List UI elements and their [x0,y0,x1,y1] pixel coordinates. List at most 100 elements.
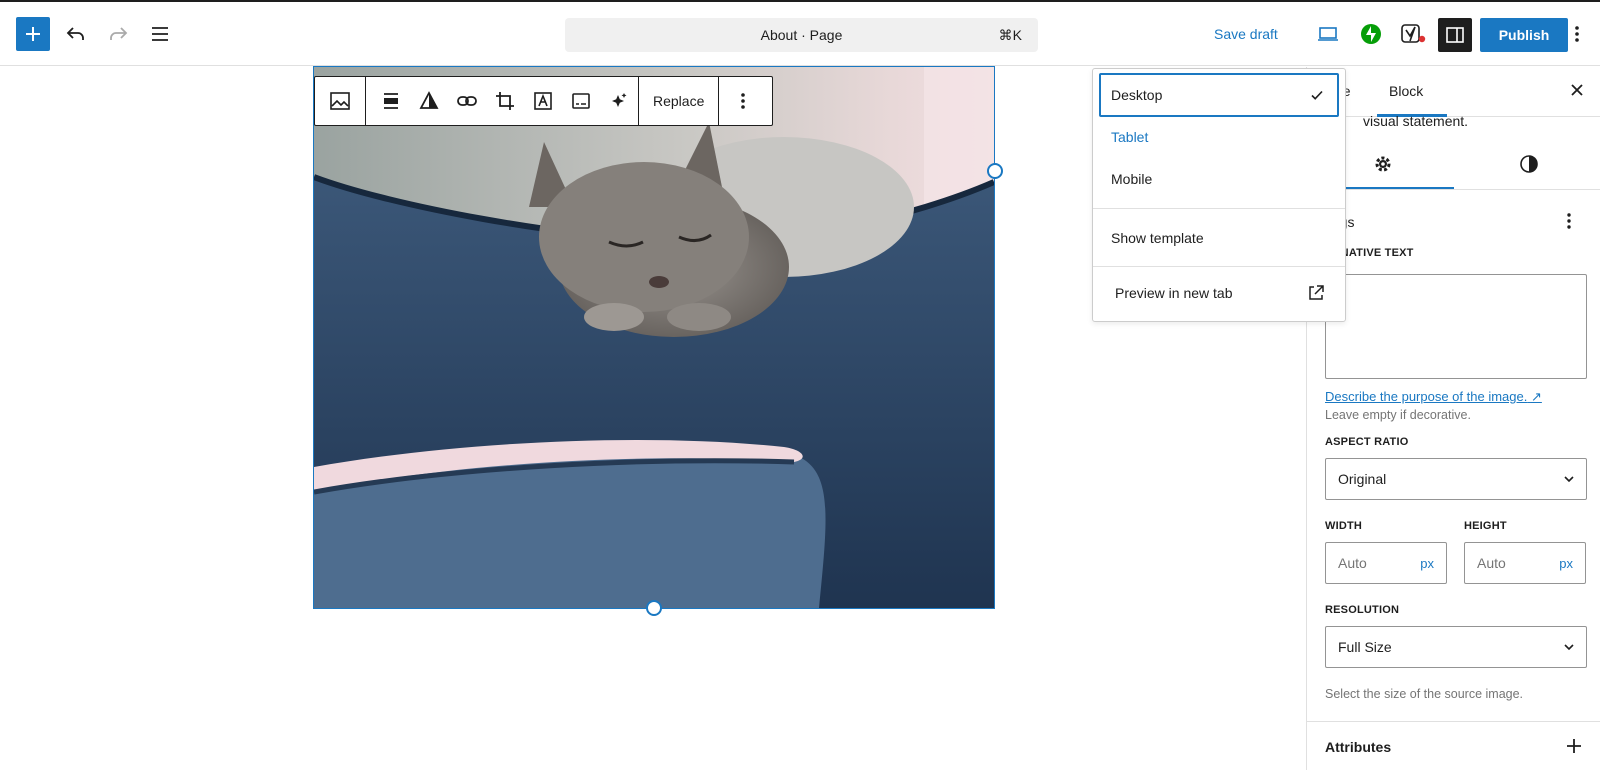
align-icon [384,93,398,109]
show-template-label: Show template [1111,230,1204,246]
tab-block[interactable]: Block [1389,83,1423,99]
contrast-icon [1520,155,1538,173]
resolution-select[interactable]: Full Size [1325,626,1587,668]
crop-button[interactable] [486,77,524,125]
gear-icon [1375,156,1391,172]
preview-dropdown-menu: Desktop Tablet Mobile Show template Prev… [1092,68,1346,322]
more-vertical-icon [741,93,746,109]
more-vertical-icon [1575,26,1579,42]
document-overview-button[interactable] [142,16,178,52]
menu-item-tablet[interactable]: Tablet [1099,115,1339,159]
text-overlay-button[interactable] [524,77,562,125]
caption-button[interactable] [562,77,600,125]
aspect-ratio-label: ASPECT RATIO [1325,436,1409,448]
describe-purpose-link[interactable]: Describe the purpose of the image. ↗ [1325,389,1542,405]
block-type-button[interactable] [315,77,365,125]
more-vertical-icon [1567,213,1571,229]
publish-button[interactable]: Publish [1480,18,1568,52]
command-palette-bar[interactable]: About · Page ⌘K [565,18,1038,52]
ai-button[interactable] [600,77,638,125]
check-icon [1311,90,1323,100]
link-icon [457,96,477,106]
height-placeholder: Auto [1477,555,1506,571]
redo-icon [110,27,128,40]
attributes-heading: Attributes [1325,739,1392,755]
sparkle-ai-icon [612,93,627,107]
menu-item-mobile[interactable]: Mobile [1099,157,1339,201]
menu-item-desktop-label: Desktop [1111,87,1163,103]
menu-item-preview-new-tab[interactable]: Preview in new tab [1099,271,1339,315]
external-arrow-icon: ↗ [1530,389,1542,404]
resolution-label: RESOLUTION [1325,604,1400,616]
settings-sidebar: ge Block visual statement. ttings ERNATI… [1306,67,1600,770]
crop-icon [496,92,514,110]
options-button[interactable] [1559,16,1595,52]
describe-purpose-text: Describe the purpose of the image. [1325,389,1528,404]
duotone-button[interactable] [410,77,448,125]
jetpack-icon [1361,24,1381,44]
yoast-icon [1401,24,1426,43]
align-button[interactable] [372,77,410,125]
width-placeholder: Auto [1338,555,1367,571]
close-sidebar-button[interactable] [1569,82,1585,103]
jetpack-button[interactable] [1353,16,1389,52]
replace-group: Replace [639,77,720,125]
block-options-button[interactable] [719,77,767,125]
resize-handle-bottom[interactable] [646,600,662,616]
menu-item-mobile-label: Mobile [1111,171,1153,187]
external-link-icon [1309,285,1324,300]
image-block[interactable] [313,66,995,609]
list-view-icon [152,27,168,41]
block-type-group [315,77,366,125]
attributes-panel[interactable]: Attributes [1307,721,1600,770]
sidebar-tabs: ge Block [1307,67,1600,117]
height-label: HEIGHT [1464,520,1507,532]
width-field[interactable]: Auto px [1325,542,1447,584]
styles-tab-button[interactable] [1519,154,1539,179]
alt-text-field[interactable] [1325,274,1587,379]
preview-new-tab-label: Preview in new tab [1115,285,1233,301]
menu-item-show-template[interactable]: Show template [1099,216,1339,260]
aspect-ratio-select[interactable]: Original [1325,458,1587,500]
replace-button[interactable]: Replace [639,77,718,125]
document-title: About · Page [760,27,843,43]
save-draft-button[interactable]: Save draft [1214,26,1278,42]
link-button[interactable] [448,77,486,125]
resolution-help: Select the size of the source image. [1325,687,1524,701]
resize-handle-right[interactable] [987,163,1003,179]
yoast-button[interactable] [1395,16,1431,52]
settings-panel-options[interactable] [1566,211,1572,236]
menu-item-desktop[interactable]: Desktop [1099,73,1339,117]
text-overlay-icon [534,92,552,110]
block-toolbar: Replace [314,76,773,126]
height-field[interactable]: Auto px [1464,542,1586,584]
height-unit[interactable]: px [1559,556,1573,571]
cat-on-pillows-image [314,67,994,608]
block-inspector-tabs [1307,140,1600,190]
duotone-icon [419,91,439,109]
undo-button[interactable] [58,16,94,52]
sidebar-icon [1446,27,1464,43]
settings-tab-button[interactable] [1373,154,1393,179]
block-description: visual statement. [1363,113,1469,129]
width-unit[interactable]: px [1420,556,1434,571]
keyboard-shortcut: ⌘K [998,26,1022,43]
caption-icon [572,93,590,109]
chevron-down-icon [1564,644,1574,651]
options-group [719,77,767,125]
menu-item-tablet-label: Tablet [1111,129,1149,145]
settings-sidebar-toggle[interactable] [1438,18,1472,52]
block-tools-group [366,77,639,125]
menu-divider [1093,208,1345,209]
redo-button[interactable] [100,16,136,52]
chevron-down-icon [1564,476,1574,483]
aspect-ratio-value: Original [1338,471,1387,487]
close-icon [1571,84,1583,96]
desktop-preview-icon [1318,27,1338,41]
image-block-icon [330,92,350,110]
preview-button[interactable] [1310,16,1346,52]
width-label: WIDTH [1325,520,1363,532]
plus-icon [1567,739,1581,753]
add-block-button[interactable] [16,17,50,51]
resolution-value: Full Size [1338,639,1392,655]
